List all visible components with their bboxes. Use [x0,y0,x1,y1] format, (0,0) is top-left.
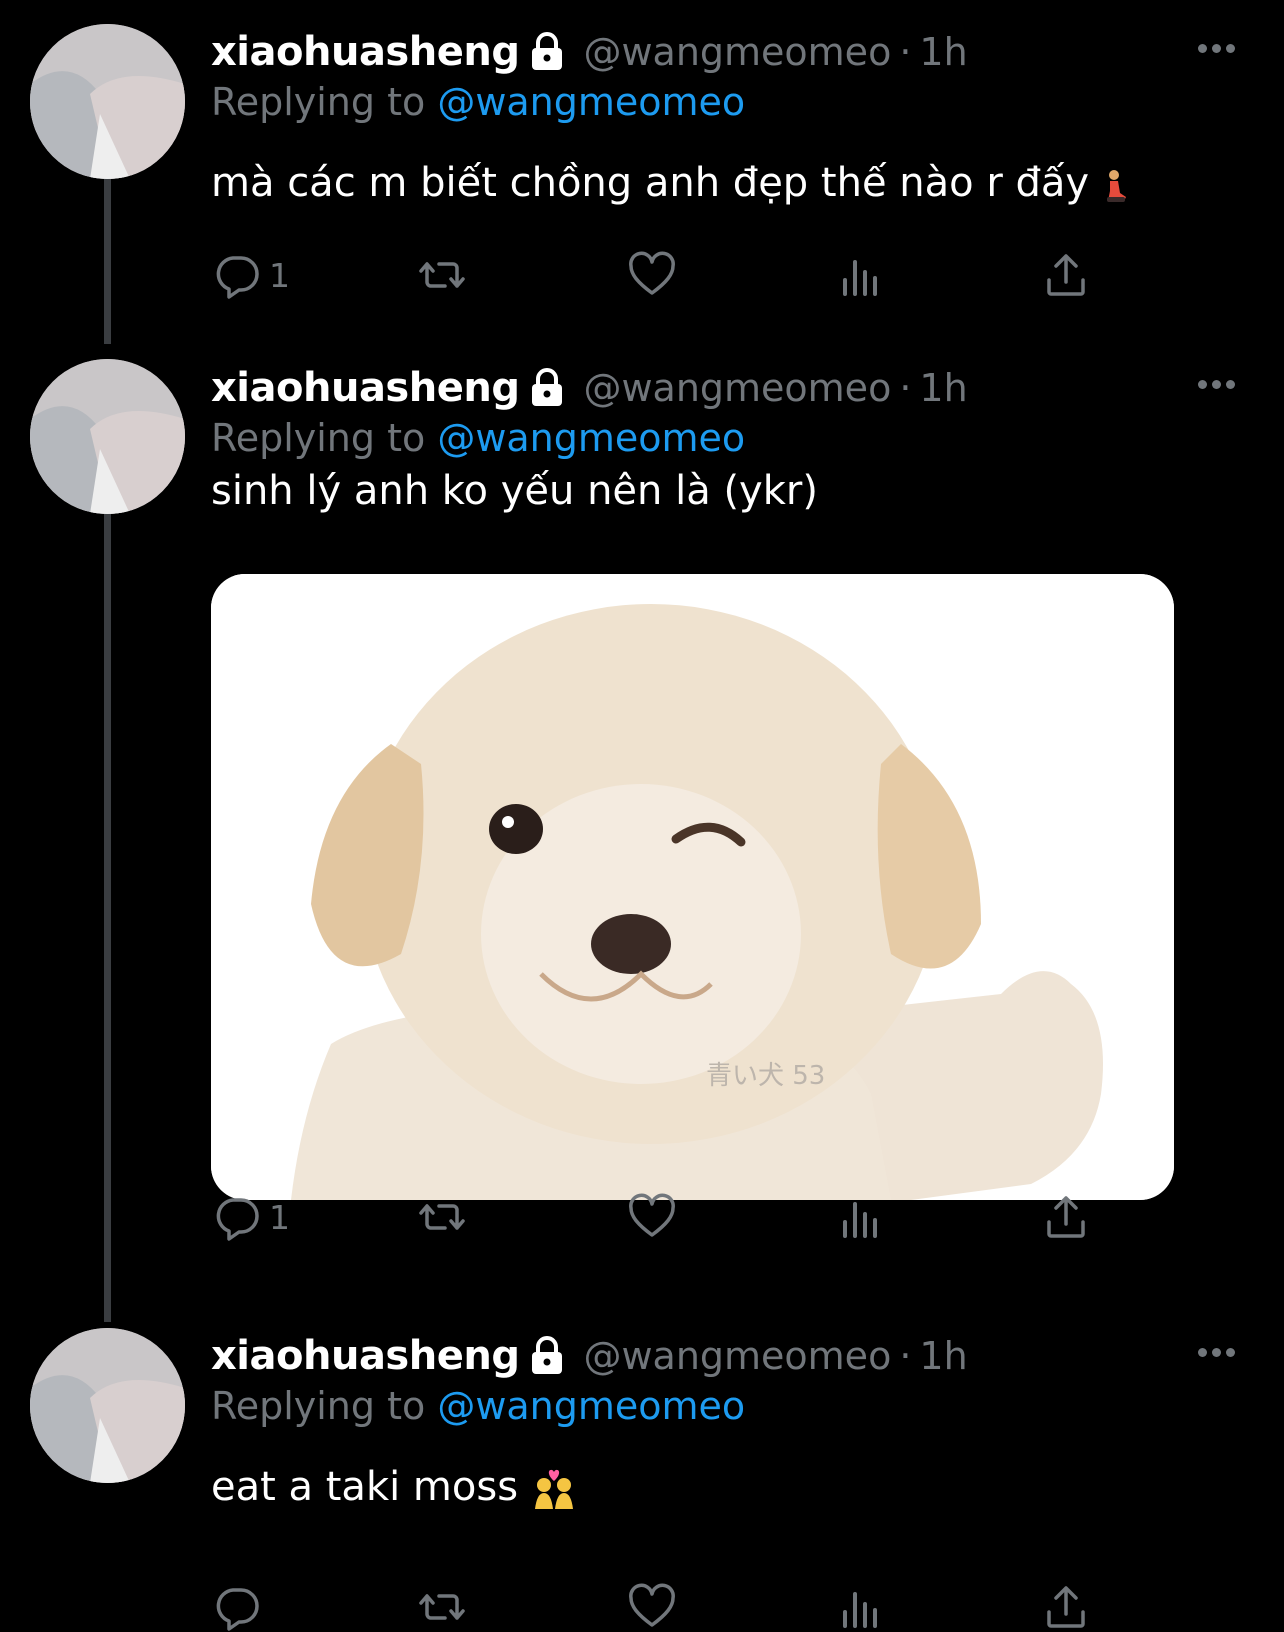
separator-dot: · [899,1334,912,1378]
handle[interactable]: @wangmeomeo [583,1334,891,1378]
tweet-media[interactable]: 青い犬 53 [211,574,1174,1200]
avatar[interactable] [30,359,185,514]
share-icon [1047,1586,1085,1628]
retweet-button[interactable] [417,1582,467,1632]
tweet[interactable]: xiaohuasheng @wangmeomeo · 1h Replying t… [0,24,1284,324]
mention-link[interactable]: @wangmeomeo [437,80,745,124]
avatar-image [30,359,185,514]
replying-to: Replying to @wangmeomeo [211,80,745,124]
like-button[interactable] [627,1582,677,1632]
person-kneeling-emoji [1106,170,1126,202]
replying-to-label: Replying to [211,1384,438,1428]
avatar[interactable] [30,24,185,179]
people-with-heart-emoji [534,1469,573,1509]
reply-button[interactable]: 1 [211,250,290,300]
timestamp[interactable]: 1h [919,1334,967,1378]
retweet-icon [419,1594,465,1620]
tweet-header: xiaohuasheng @wangmeomeo · 1h [211,24,968,80]
heart-icon [629,1583,675,1627]
handle[interactable]: @wangmeomeo [583,30,891,74]
tweet-text: eat a taki moss [211,1464,577,1510]
share-button[interactable] [1041,250,1091,300]
avatar-image [30,24,185,179]
tweet-actions: 1 [211,1192,1131,1242]
display-name[interactable]: xiaohuasheng [211,1333,520,1379]
share-icon [1047,254,1085,296]
like-button[interactable] [627,250,677,300]
share-button[interactable] [1041,1192,1091,1242]
share-icon [1047,1196,1085,1238]
reply-icon [216,256,259,299]
more-icon[interactable] [1198,374,1248,394]
replying-to-label: Replying to [211,80,438,124]
more-icon[interactable] [1198,38,1248,58]
handle[interactable]: @wangmeomeo [583,366,891,410]
reply-button[interactable] [211,1582,269,1632]
display-name[interactable]: xiaohuasheng [211,29,520,75]
views-button[interactable] [835,250,885,300]
timestamp[interactable]: 1h [919,30,967,74]
reply-button[interactable]: 1 [211,1192,290,1242]
views-icon [843,260,877,296]
more-icon[interactable] [1198,1342,1248,1362]
separator-dot: · [899,366,912,410]
lock-icon [529,1336,565,1376]
tweet-text-content: eat a taki moss [211,1464,519,1510]
replying-to: Replying to @wangmeomeo [211,1384,745,1428]
views-icon [843,1202,877,1238]
retweet-button[interactable] [417,250,467,300]
lock-icon [529,368,565,408]
retweet-icon [419,262,465,288]
views-button[interactable] [835,1582,885,1632]
display-name[interactable]: xiaohuasheng [211,365,520,411]
tweet[interactable]: xiaohuasheng @wangmeomeo · 1h Replying t… [0,1328,1284,1631]
media-watermark: 青い犬 53 [706,1061,825,1091]
share-button[interactable] [1041,1582,1091,1632]
tweet-actions: 1 [211,250,1131,300]
puppy-image: 青い犬 53 [211,574,1174,1200]
mention-link[interactable]: @wangmeomeo [437,1384,745,1428]
reply-icon [216,1198,259,1241]
views-button[interactable] [835,1192,885,1242]
like-button[interactable] [627,1192,677,1242]
timestamp[interactable]: 1h [919,366,967,410]
retweet-button[interactable] [417,1192,467,1242]
lock-icon [529,32,565,72]
reply-icon [216,1588,259,1631]
tweet-text: mà các m biết chồng anh đẹp thế nào r đấ… [211,160,1128,206]
replying-to-label: Replying to [211,416,438,460]
heart-icon [629,251,675,295]
replying-to: Replying to @wangmeomeo [211,416,745,460]
tweet-text-content: mà các m biết chồng anh đẹp thế nào r đấ… [211,160,1090,206]
tweet-text: sinh lý anh ko yếu nên là (ykr) [211,468,818,514]
tweet-header: xiaohuasheng @wangmeomeo · 1h [211,360,968,416]
separator-dot: · [899,30,912,74]
mention-link[interactable]: @wangmeomeo [437,416,745,460]
avatar[interactable] [30,1328,185,1483]
views-icon [843,1592,877,1628]
tweet-text-content: sinh lý anh ko yếu nên là (ykr) [211,468,818,514]
avatar-image [30,1328,185,1483]
heart-icon [629,1193,675,1237]
retweet-icon [419,1204,465,1230]
tweet[interactable]: xiaohuasheng @wangmeomeo · 1h Replying t… [0,359,1284,1300]
reply-count: 1 [269,255,290,295]
tweet-header: xiaohuasheng @wangmeomeo · 1h [211,1328,968,1384]
tweet-actions [211,1582,1131,1632]
reply-count: 1 [269,1197,290,1237]
